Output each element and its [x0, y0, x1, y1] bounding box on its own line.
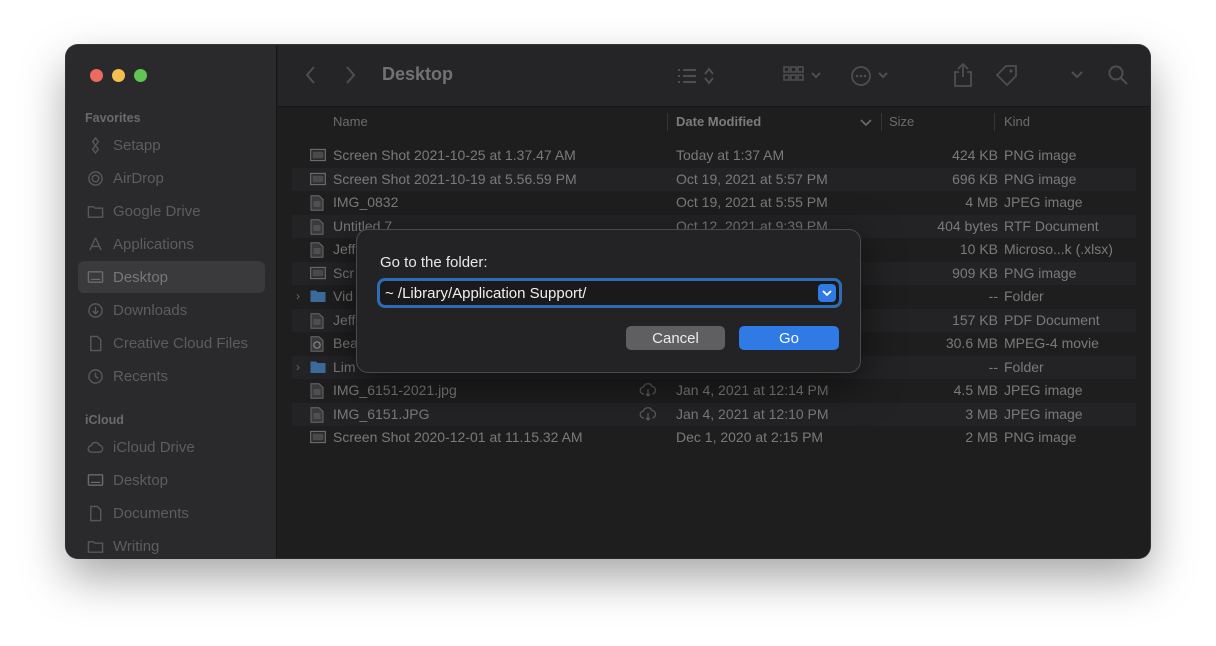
go-button[interactable]: Go: [739, 326, 839, 350]
cancel-button[interactable]: Cancel: [626, 326, 725, 350]
chevron-down-icon: [822, 290, 832, 297]
path-field[interactable]: [380, 281, 839, 305]
path-input[interactable]: [380, 281, 810, 305]
dialog-prompt: Go to the folder:: [380, 254, 488, 271]
path-history-dropdown[interactable]: [818, 284, 836, 302]
go-to-folder-dialog: Go to the folder: Cancel Go: [356, 229, 861, 373]
